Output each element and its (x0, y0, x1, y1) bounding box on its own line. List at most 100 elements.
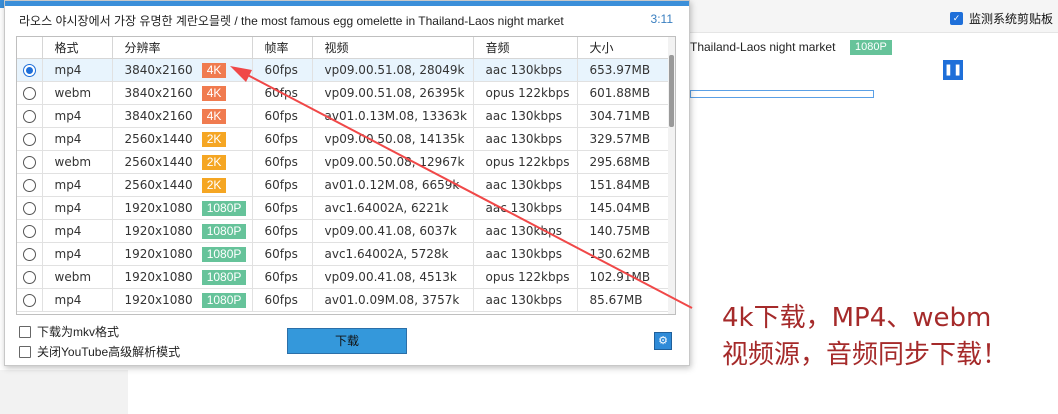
table-row[interactable]: mp4 3840x2160 4K 60fps av01.0.13M.08, 13363k… (17, 104, 669, 128)
radio-button-icon[interactable] (22, 133, 36, 146)
cell-audio-codec: aac 130kbps (473, 173, 578, 197)
cell-format: mp4 (42, 219, 113, 243)
table-row[interactable]: mp4 1920x1080 1080P 60fps av01.0.09M.08, 375… (17, 288, 669, 312)
resolution-text: 2560x1440 (124, 131, 193, 146)
cell-audio-codec: opus 122kbps (473, 150, 578, 174)
cell-size: 304.71MB (577, 104, 669, 128)
quality-badge: 2K (201, 154, 227, 170)
cell-size: 653.97MB (577, 58, 669, 82)
row-radio[interactable] (17, 242, 43, 266)
annotation-line-1: 4k下载，MP4、webm (722, 303, 992, 333)
cell-size: 329.57MB (577, 127, 669, 151)
row-radio[interactable] (17, 58, 43, 82)
table-row[interactable]: mp4 1920x1080 1080P 60fps vp09.00.41.08, 603… (17, 219, 669, 243)
settings-button[interactable]: ⚙ (654, 332, 672, 350)
cell-fps: 60fps (252, 81, 313, 105)
cell-size: 151.84MB (577, 173, 669, 197)
cell-video-codec: vp09.00.51.08, 26395k (312, 81, 474, 105)
radio-button-icon[interactable] (22, 87, 36, 100)
scrollbar-thumb[interactable] (669, 55, 674, 127)
row-radio[interactable] (17, 288, 43, 312)
radio-button-icon[interactable] (22, 248, 36, 261)
cell-audio-codec: aac 130kbps (473, 104, 578, 128)
row-radio[interactable] (17, 265, 43, 289)
monitor-clipboard-label: 监测系统剪贴板 (969, 12, 1054, 26)
quality-badge: 4K (201, 85, 227, 101)
monitor-clipboard-checkbox[interactable]: ✓ 监测系统剪贴板 (950, 10, 1053, 27)
column-header-audio[interactable]: 音频 (473, 37, 578, 59)
table-row[interactable]: mp4 1920x1080 1080P 60fps avc1.64002A, 5728k… (17, 242, 669, 266)
table-row[interactable]: webm 2560x1440 2K 60fps vp09.00.50.08, 12967… (17, 150, 669, 174)
resolution-text: 1920x1080 (124, 223, 193, 238)
cell-video-codec: avc1.64002A, 5728k (312, 242, 474, 266)
row-radio[interactable] (17, 81, 43, 105)
cell-video-codec: vp09.00.41.08, 4513k (312, 265, 474, 289)
cell-format: webm (42, 81, 113, 105)
radio-button-icon[interactable] (22, 225, 36, 238)
table-row[interactable]: mp4 2560x1440 2K 60fps av01.0.12M.08, 6659k a… (17, 173, 669, 197)
column-header-format[interactable]: 格式 (42, 37, 113, 59)
youtube-advanced-mode-checkbox[interactable]: 关闭YouTube高级解析模式 (19, 343, 180, 360)
column-header-video[interactable]: 视频 (312, 37, 474, 59)
cell-video-codec: av01.0.12M.08, 6659k (312, 173, 474, 197)
cell-resolution: 1920x1080 1080P (112, 196, 253, 220)
row-radio[interactable] (17, 104, 43, 128)
table-row[interactable]: webm 3840x2160 4K 60fps vp09.00.51.08, 26395… (17, 81, 669, 105)
cell-size: 145.04MB (577, 196, 669, 220)
pause-button[interactable]: ❚❚ (943, 60, 963, 80)
format-table-container: 格式 分辨率 帧率 视频 音频 大小 mp4 3840x2160 4K 60fps vp… (16, 36, 676, 315)
cell-fps: 60fps (252, 173, 313, 197)
radio-button-icon[interactable] (22, 110, 36, 123)
radio-button-icon[interactable] (22, 64, 36, 77)
cell-audio-codec: aac 130kbps (473, 242, 578, 266)
quality-badge: 1080P (201, 200, 247, 216)
checkbox-checked-icon: ✓ (950, 12, 963, 25)
table-row[interactable]: mp4 2560x1440 2K 60fps vp09.00.50.08, 14135k… (17, 127, 669, 151)
radio-button-icon[interactable] (22, 156, 36, 169)
row-radio[interactable] (17, 196, 43, 220)
download-button[interactable]: 下载 (287, 328, 407, 354)
cell-audio-codec: aac 130kbps (473, 196, 578, 220)
cell-size: 601.88MB (577, 81, 669, 105)
radio-button-icon[interactable] (22, 294, 36, 307)
radio-button-icon[interactable] (22, 202, 36, 215)
cell-audio-codec: opus 122kbps (473, 81, 578, 105)
annotation-line-2: 视频源，音频同步下载！ (722, 340, 1009, 370)
cell-format: webm (42, 265, 113, 289)
radio-button-icon[interactable] (22, 179, 36, 192)
download-progress-bar (690, 90, 874, 98)
cell-video-codec: av01.0.09M.08, 3757k (312, 288, 474, 312)
format-select-dialog: 라오스 야시장에서 가장 유명한 계란오믈렛 / the most famous… (4, 0, 690, 366)
table-row[interactable]: webm 1920x1080 1080P 60fps vp09.00.41.08, 45… (17, 265, 669, 289)
quality-badge: 1080P (201, 269, 247, 285)
cell-resolution: 1920x1080 1080P (112, 219, 253, 243)
cell-resolution: 2560x1440 2K (112, 127, 253, 151)
cell-size: 102.91MB (577, 265, 669, 289)
cell-audio-codec: aac 130kbps (473, 219, 578, 243)
cell-format: mp4 (42, 288, 113, 312)
radio-button-icon[interactable] (22, 271, 36, 284)
cell-format: webm (42, 150, 113, 174)
cell-audio-codec: aac 130kbps (473, 127, 578, 151)
column-header-resolution[interactable]: 分辨率 (112, 37, 253, 59)
row-radio[interactable] (17, 127, 43, 151)
column-header-select (17, 37, 43, 59)
resolution-text: 1920x1080 (124, 269, 193, 284)
table-scrollbar[interactable] (668, 37, 675, 314)
cell-resolution: 2560x1440 2K (112, 173, 253, 197)
quality-badge: 2K (201, 131, 227, 147)
mkv-format-label: 下载为mkv格式 (37, 325, 119, 339)
quality-badge: 4K (201, 108, 227, 124)
cell-fps: 60fps (252, 150, 313, 174)
column-header-fps[interactable]: 帧率 (252, 37, 313, 59)
mkv-format-checkbox[interactable]: 下载为mkv格式 (19, 323, 119, 340)
video-title: 라오스 야시장에서 가장 유명한 계란오믈렛 / the most famous… (19, 14, 564, 28)
row-radio[interactable] (17, 150, 43, 174)
column-header-size[interactable]: 大小 (577, 37, 669, 59)
row-radio[interactable] (17, 219, 43, 243)
row-radio[interactable] (17, 173, 43, 197)
table-row[interactable]: mp4 1920x1080 1080P 60fps avc1.64002A, 6221k… (17, 196, 669, 220)
cell-fps: 60fps (252, 196, 313, 220)
cell-resolution: 3840x2160 4K (112, 81, 253, 105)
table-row[interactable]: mp4 3840x2160 4K 60fps vp09.00.51.08, 28049k… (17, 58, 669, 82)
